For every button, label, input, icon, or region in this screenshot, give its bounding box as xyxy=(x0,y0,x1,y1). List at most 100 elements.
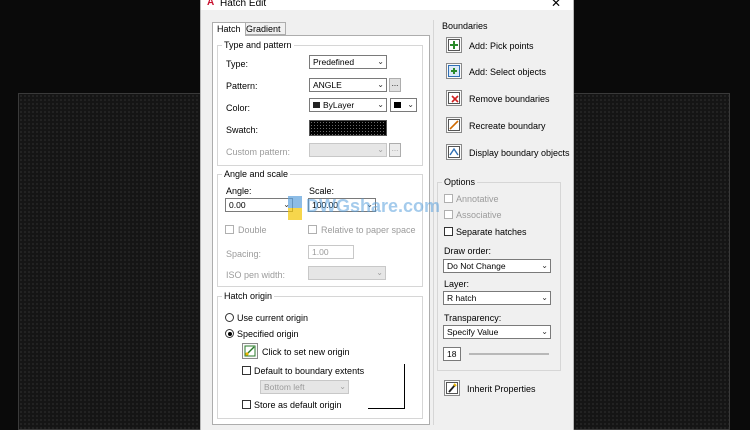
recreate-boundary-icon xyxy=(448,119,460,131)
select-objects-icon xyxy=(448,65,460,77)
type-label: Type: xyxy=(226,59,249,69)
background-color-swatch-icon xyxy=(394,102,401,108)
display-boundary-objects-button[interactable] xyxy=(446,144,462,160)
separate-hatches-label: Separate hatches xyxy=(456,227,527,237)
layer-value: R hatch xyxy=(447,293,477,303)
default-boundary-checkbox[interactable] xyxy=(242,366,251,375)
double-checkbox[interactable] xyxy=(225,225,234,234)
angle-value: 0.00 xyxy=(229,200,246,210)
window-title: Hatch Edit xyxy=(220,0,267,9)
inherit-properties-button[interactable] xyxy=(444,380,460,396)
tab-gradient[interactable]: Gradient xyxy=(241,22,286,35)
default-boundary-label: Default to boundary extents xyxy=(254,366,365,376)
draw-order-value: Do Not Change xyxy=(447,261,506,271)
boundary-extents-value: Bottom left xyxy=(264,382,305,392)
use-current-origin-radio[interactable] xyxy=(225,313,234,322)
display-boundary-icon xyxy=(448,146,460,158)
store-default-origin-label: Store as default origin xyxy=(254,400,342,410)
transparency-dropdown[interactable]: Specify Value ⌄ xyxy=(443,325,551,339)
watermark-logo xyxy=(288,196,302,220)
add-pick-points-button[interactable] xyxy=(446,37,462,53)
chevron-down-icon: ⌄ xyxy=(541,261,548,270)
add-pick-points-label: Add: Pick points xyxy=(469,41,534,51)
iso-pen-width-dropdown[interactable]: ⌄ xyxy=(308,266,386,280)
custom-pattern-label: Custom pattern: xyxy=(226,147,291,157)
chevron-down-icon: ⌄ xyxy=(376,268,383,277)
close-button[interactable]: ✕ xyxy=(551,0,561,10)
type-dropdown[interactable]: Predefined ⌄ xyxy=(309,55,387,69)
options-group: Options xyxy=(437,177,561,371)
boundary-extents-dropdown[interactable]: Bottom left ⌄ xyxy=(260,380,349,394)
store-default-origin-checkbox[interactable] xyxy=(242,400,251,409)
pattern-value: ANGLE xyxy=(313,80,342,90)
chevron-down-icon: ⌄ xyxy=(377,57,384,66)
remove-boundaries-button[interactable] xyxy=(446,90,462,106)
click-set-origin-label: Click to set new origin xyxy=(262,347,350,357)
pattern-label: Pattern: xyxy=(226,81,258,91)
set-origin-icon xyxy=(244,345,256,357)
pattern-dropdown[interactable]: ANGLE ⌄ xyxy=(309,78,387,92)
scale-label: Scale: xyxy=(309,186,335,196)
inherit-properties-label: Inherit Properties xyxy=(467,384,536,394)
custom-pattern-browse-button[interactable]: ... xyxy=(389,143,401,157)
options-title: Options xyxy=(444,177,476,187)
color-label: Color: xyxy=(226,103,251,113)
tab-hatch[interactable]: Hatch xyxy=(212,22,246,36)
annotative-label: Annotative xyxy=(456,194,499,204)
inherit-properties-icon xyxy=(446,382,458,394)
chevron-down-icon: ⌄ xyxy=(339,382,346,391)
relative-paper-space-checkbox[interactable] xyxy=(308,225,317,234)
panel-divider xyxy=(433,20,434,425)
angle-label: Angle: xyxy=(226,186,252,196)
color-value: ByLayer xyxy=(323,100,355,110)
type-and-pattern-legend: Type and pattern xyxy=(224,40,292,50)
transparency-slider-track[interactable] xyxy=(469,353,549,355)
layer-dropdown[interactable]: R hatch ⌄ xyxy=(443,291,551,305)
hatch-origin-legend: Hatch origin xyxy=(224,291,273,301)
use-current-origin-label: Use current origin xyxy=(237,313,309,323)
autocad-logo-icon: A xyxy=(207,0,215,8)
double-label: Double xyxy=(238,225,267,235)
swatch-label: Swatch: xyxy=(226,125,259,135)
recreate-boundary-label: Recreate boundary xyxy=(469,121,546,131)
pattern-browse-button[interactable]: ... xyxy=(389,78,401,92)
type-value: Predefined xyxy=(313,57,355,67)
hatch-tab-panel: Type and pattern Type: Predefined ⌄ Patt… xyxy=(212,35,430,425)
draw-order-dropdown[interactable]: Do Not Change ⌄ xyxy=(443,259,551,273)
spacing-label: Spacing: xyxy=(226,249,262,259)
chevron-down-icon: ⌄ xyxy=(407,100,414,109)
pattern-swatch-preview[interactable] xyxy=(309,120,387,136)
pick-points-icon xyxy=(448,39,460,51)
origin-preview xyxy=(368,364,405,409)
transparency-value: Specify Value xyxy=(447,327,499,337)
display-boundary-objects-label: Display boundary objects xyxy=(469,148,570,158)
chevron-down-icon: ⌄ xyxy=(377,145,384,154)
add-select-objects-button[interactable] xyxy=(446,63,462,79)
set-origin-button[interactable] xyxy=(242,343,258,359)
custom-pattern-dropdown[interactable]: ⌄ xyxy=(309,143,387,157)
boundaries-title: Boundaries xyxy=(442,21,488,31)
draw-order-label: Draw order: xyxy=(444,246,492,256)
transparency-label: Transparency: xyxy=(444,313,502,323)
color-dropdown[interactable]: ByLayer ⌄ xyxy=(309,98,387,112)
separate-hatches-checkbox[interactable] xyxy=(444,227,453,236)
spacing-input[interactable]: 1.00 xyxy=(308,245,354,259)
transparency-amount-input[interactable]: 18 xyxy=(443,347,461,361)
associative-checkbox[interactable] xyxy=(444,210,453,219)
remove-boundaries-label: Remove boundaries xyxy=(469,94,550,104)
specified-origin-radio[interactable] xyxy=(225,329,234,338)
recreate-boundary-button[interactable] xyxy=(446,117,462,133)
angle-and-scale-legend: Angle and scale xyxy=(224,169,289,179)
layer-label: Layer: xyxy=(444,279,470,289)
iso-pen-width-label: ISO pen width: xyxy=(226,270,286,280)
chevron-down-icon: ⌄ xyxy=(541,293,548,302)
relative-paper-space-label: Relative to paper space xyxy=(321,225,416,235)
background-color-dropdown[interactable]: ⌄ xyxy=(390,98,417,112)
annotative-checkbox[interactable] xyxy=(444,194,453,203)
color-swatch-icon xyxy=(313,102,320,108)
specified-origin-label: Specified origin xyxy=(237,329,299,339)
angle-dropdown[interactable]: 0.00 ⌄ xyxy=(225,198,293,212)
watermark-text: DWGshare.com xyxy=(306,196,441,216)
chevron-down-icon: ⌄ xyxy=(377,100,384,109)
remove-boundaries-icon xyxy=(448,92,460,104)
